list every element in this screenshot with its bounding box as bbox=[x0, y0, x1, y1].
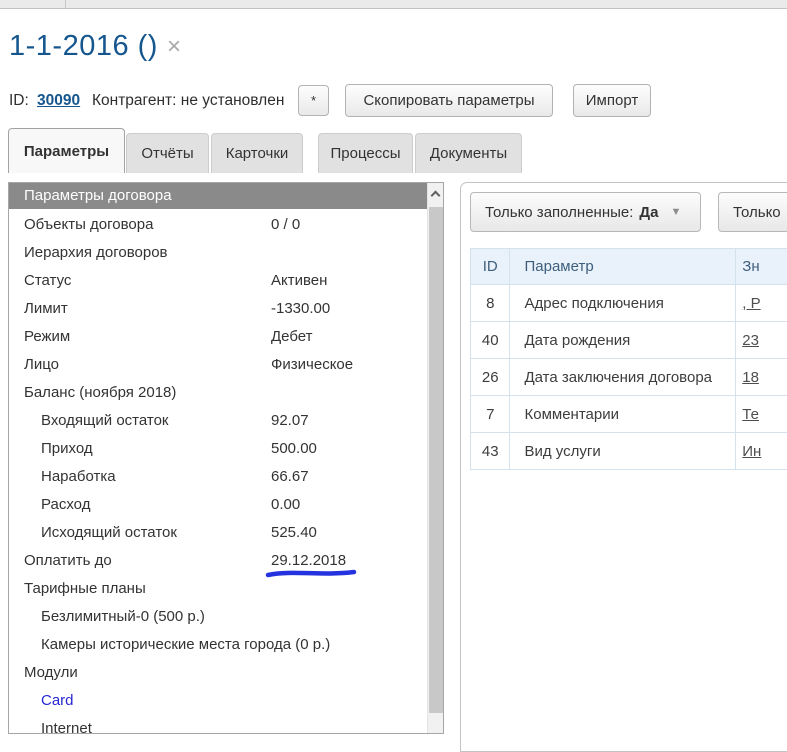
id-label: ID: bbox=[9, 92, 29, 110]
list-item[interactable]: Расход0.00 bbox=[9, 491, 427, 519]
list-item[interactable]: РежимДебет bbox=[9, 323, 427, 351]
params-list-header[interactable]: Параметры договора bbox=[9, 183, 427, 209]
table-row[interactable]: 26 Дата заключения договора 18 bbox=[471, 359, 787, 396]
filter-filled-value: Да bbox=[639, 204, 658, 221]
list-item-pay-until[interactable]: Оплатить до29.12.2018 bbox=[9, 547, 427, 575]
params-table-panel: Только заполненные: Да ▼ Только ID Парам… bbox=[460, 182, 787, 752]
top-strip-divider bbox=[65, 0, 66, 8]
contract-params-table: ID Параметр Зн 8 Адрес подключения , Р 4… bbox=[470, 248, 787, 470]
list-item[interactable]: Иерархия договоров bbox=[9, 239, 427, 267]
list-item[interactable]: Наработка66.67 bbox=[9, 463, 427, 491]
param-value-link[interactable]: , Р bbox=[742, 295, 760, 312]
close-icon[interactable]: × bbox=[167, 35, 181, 59]
tab-parametry[interactable]: Параметры bbox=[8, 128, 125, 173]
param-value-link[interactable]: 23 bbox=[742, 332, 759, 349]
list-item-group[interactable]: Модули bbox=[9, 659, 427, 687]
table-row[interactable]: 40 Дата рождения 23 bbox=[471, 322, 787, 359]
list-item[interactable]: Камеры исторические места города (0 р.) bbox=[9, 631, 427, 659]
window-top-strip bbox=[0, 0, 787, 9]
filter-filled-label: Только заполненные: bbox=[485, 204, 633, 221]
list-item[interactable]: СтатусАктивен bbox=[9, 267, 427, 295]
param-value-link[interactable]: 18 bbox=[742, 369, 759, 386]
filter-filled-dropdown[interactable]: Только заполненные: Да ▼ bbox=[470, 192, 701, 232]
tab-otchety[interactable]: Отчёты bbox=[126, 133, 209, 173]
contract-id-link[interactable]: 30090 bbox=[37, 92, 80, 110]
list-item[interactable]: ЛицоФизическое bbox=[9, 351, 427, 379]
import-button[interactable]: Импорт bbox=[573, 84, 651, 117]
page-title: 1-1-2016 () bbox=[9, 30, 158, 63]
table-header-row: ID Параметр Зн bbox=[471, 249, 787, 285]
scrollbar-track[interactable] bbox=[427, 183, 443, 733]
list-item-group[interactable]: Баланс (ноября 2018) bbox=[9, 379, 427, 407]
col-header-id: ID bbox=[471, 249, 510, 285]
chevron-up-icon bbox=[431, 191, 441, 201]
scroll-up-button[interactable] bbox=[428, 183, 444, 205]
list-item[interactable]: Объекты договора0 / 0 bbox=[9, 211, 427, 239]
list-item[interactable]: Безлимитный-0 (500 р.) bbox=[9, 603, 427, 631]
param-value-link[interactable]: Ин bbox=[742, 443, 761, 460]
module-item-internet[interactable]: Internet bbox=[9, 715, 427, 743]
contragent-star-button[interactable]: * bbox=[298, 85, 329, 116]
copy-params-button[interactable]: Скопировать параметры bbox=[345, 84, 553, 117]
module-link-card[interactable]: Card bbox=[9, 687, 427, 715]
highlight-underline bbox=[265, 568, 357, 579]
dropdown-arrow-icon: ▼ bbox=[670, 206, 681, 218]
list-item[interactable]: Лимит-1330.00 bbox=[9, 295, 427, 323]
tab-processy[interactable]: Процессы bbox=[318, 133, 413, 173]
param-value-link[interactable]: Те bbox=[742, 406, 759, 423]
table-row[interactable]: 7 Комментарии Те bbox=[471, 396, 787, 433]
scrollbar-thumb[interactable] bbox=[429, 207, 443, 713]
table-row[interactable]: 8 Адрес подключения , Р bbox=[471, 285, 787, 322]
col-header-value: Зн bbox=[736, 249, 787, 285]
tab-dokumenty[interactable]: Документы bbox=[415, 133, 522, 173]
list-item-group[interactable]: Тарифные планы bbox=[9, 575, 427, 603]
table-row[interactable]: 43 Вид услуги Ин bbox=[471, 433, 787, 470]
contragent-text: Контрагент: не установлен bbox=[92, 92, 284, 110]
list-item[interactable]: Приход500.00 bbox=[9, 435, 427, 463]
list-item[interactable]: Входящий остаток92.07 bbox=[9, 407, 427, 435]
contract-params-panel: Параметры договора Объекты договора0 / 0… bbox=[8, 182, 444, 734]
params-list: Объекты договора0 / 0 Иерархия договоров… bbox=[9, 211, 427, 743]
list-item[interactable]: Исходящий остаток525.40 bbox=[9, 519, 427, 547]
col-header-param: Параметр bbox=[510, 249, 736, 285]
tab-kartochki[interactable]: Карточки bbox=[211, 133, 303, 173]
filter-second-dropdown[interactable]: Только bbox=[718, 192, 787, 232]
filter-second-label: Только bbox=[733, 204, 781, 221]
